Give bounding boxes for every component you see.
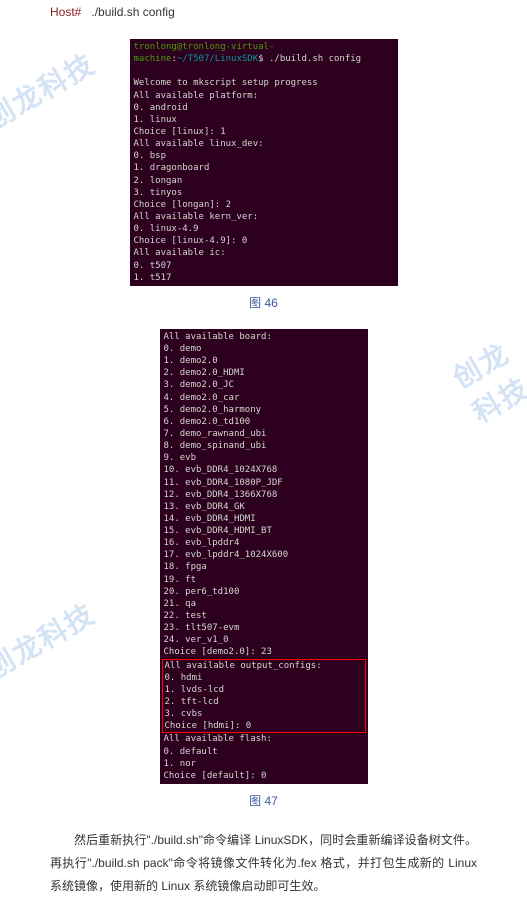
terminal-screenshot-2: All available board: 0. demo 1. demo2.0 …	[160, 329, 368, 784]
figure-caption-46: 图 46	[50, 294, 477, 311]
terminal-screenshot-1: tronlong@tronlong-virtual-machine:~/T507…	[130, 39, 398, 286]
host-prompt: Host#	[50, 5, 81, 19]
figure-caption-47: 图 47	[50, 792, 477, 809]
highlight-box: All available output_configs: 0. hdmi 1.…	[162, 659, 366, 734]
body-paragraph: 然后重新执行"./build.sh"命令编译 LinuxSDK，同时会重新编译设…	[50, 829, 477, 897]
host-command-line: Host# ./build.sh config	[50, 5, 477, 19]
host-command: ./build.sh config	[91, 5, 174, 19]
